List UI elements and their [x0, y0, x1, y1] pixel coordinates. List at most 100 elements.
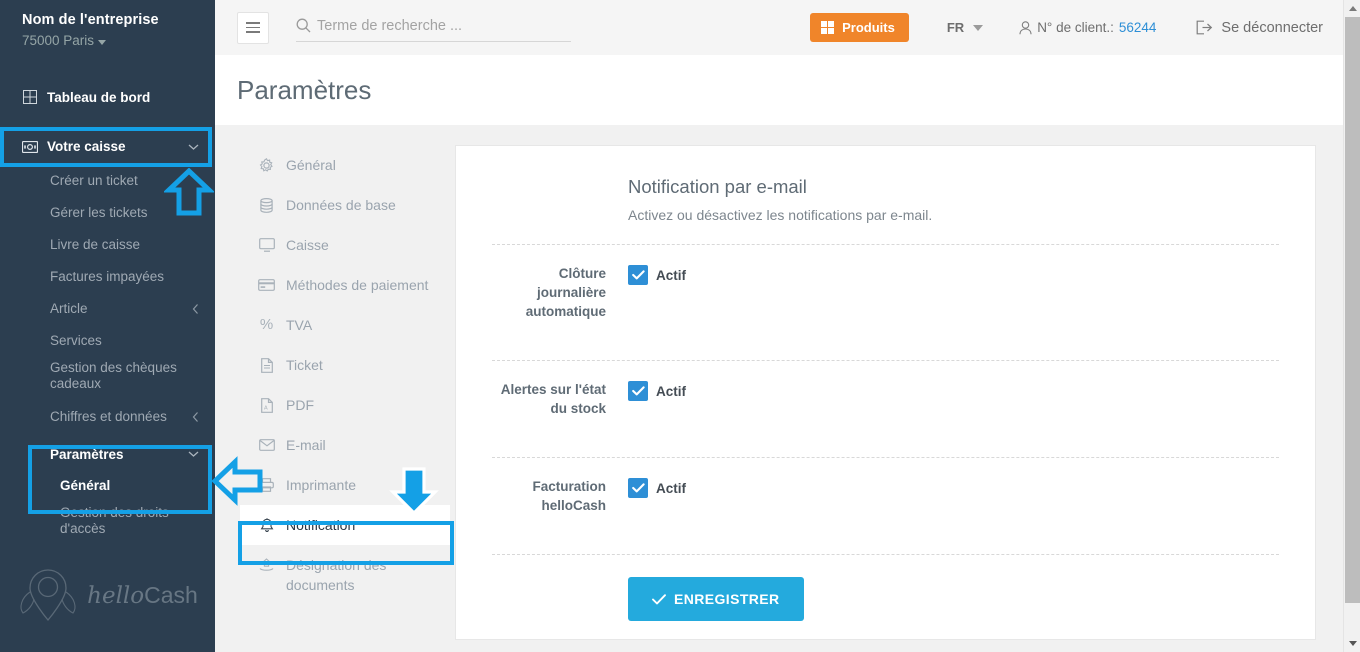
checkbox-stock-alerts[interactable]	[628, 381, 648, 401]
search-input[interactable]	[317, 17, 557, 34]
logout-button[interactable]: Se déconnecter	[1196, 20, 1323, 36]
app-root: Nom de l'entreprise 75000 Paris Tableau …	[0, 0, 1360, 652]
company-name: Nom de l'entreprise	[22, 12, 159, 28]
settings-nav-item-methodes-de-paiement[interactable]: Méthodes de paiement	[240, 265, 450, 305]
brand-block[interactable]: Nom de l'entreprise 75000 Paris	[0, 0, 215, 51]
sidebar-item-chiffres-et-donnees-label: Chiffres et données	[50, 409, 167, 424]
sidebar-item-votre-caisse-label: Votre caisse	[47, 139, 126, 154]
cash-register-icon	[22, 139, 38, 155]
logo-text: helloCash	[87, 582, 198, 609]
search-box[interactable]	[296, 14, 571, 42]
save-row: ENREGISTRER	[492, 555, 1279, 621]
page-title: Paramètres	[237, 74, 372, 105]
sidebar-item-general-label: Général	[60, 478, 111, 493]
sidebar-item-gestion-droits-acces-label: Gestion des droits d'accès	[60, 505, 169, 536]
settings-nav-item-designation-documents[interactable]: Désignation des documents	[240, 545, 450, 605]
hellocash-logo: helloCash	[0, 566, 215, 624]
dashboard-grid-icon	[22, 89, 38, 105]
setting-row-daily-closing: Clôture journalière automatique Actif	[492, 245, 1279, 339]
sidebar-item-creer-un-ticket-label: Créer un ticket	[50, 173, 138, 188]
sidebar-item-general[interactable]: Général	[0, 470, 215, 502]
setting-row-stock-alerts-control: Actif	[628, 380, 686, 401]
settings-nav-item-tva-label: TVA	[286, 317, 313, 333]
topbar-actions: Produits FR N° de client.: 56244 Se déco…	[810, 13, 1343, 42]
content-area: Général Données de base Caisse Méthodes …	[215, 125, 1343, 652]
sidebar-item-gestion-cheques-cadeaux[interactable]: Gestion des chèques cadeaux	[0, 357, 215, 395]
settings-nav-item-imprimante-label: Imprimante	[286, 477, 357, 493]
logo-word-cash: Cash	[144, 581, 198, 608]
sidebar-item-factures-impayees[interactable]: Factures impayées	[0, 261, 215, 293]
language-selector[interactable]: FR	[947, 20, 984, 35]
chevron-down-icon	[188, 143, 199, 150]
settings-nav-item-pdf[interactable]: A PDF	[240, 385, 450, 425]
products-button[interactable]: Produits	[810, 13, 909, 42]
card-subheading: Activez ou désactivez les notifications …	[628, 207, 933, 223]
hamburger-menu-icon[interactable]	[237, 11, 269, 44]
sidebar-item-factures-impayees-label: Factures impayées	[50, 269, 165, 284]
checkbox-daily-closing[interactable]	[628, 265, 648, 285]
settings-nav-item-ticket[interactable]: Ticket	[240, 345, 450, 385]
burger-line	[246, 31, 260, 33]
chevron-down-icon	[973, 24, 984, 31]
sidebar-item-services-label: Services	[50, 333, 102, 348]
scroll-up-arrow-icon[interactable]	[1344, 0, 1360, 17]
sidebar-item-votre-caisse[interactable]: Votre caisse	[0, 128, 215, 165]
sidebar-item-chiffres-et-donnees[interactable]: Chiffres et données	[0, 401, 215, 433]
chevron-down-icon	[188, 451, 199, 458]
svg-text:A: A	[264, 405, 268, 411]
save-button[interactable]: ENREGISTRER	[628, 577, 804, 621]
settings-nav-item-imprimante[interactable]: Imprimante	[240, 465, 450, 505]
logout-label: Se déconnecter	[1221, 19, 1323, 36]
sidebar-item-gestion-droits-acces[interactable]: Gestion des droits d'accès	[0, 502, 215, 540]
sidebar-item-livre-de-caisse[interactable]: Livre de caisse	[0, 229, 215, 261]
sidebar-item-dashboard[interactable]: Tableau de bord	[0, 79, 215, 115]
sidebar-item-livre-de-caisse-label: Livre de caisse	[50, 237, 141, 252]
client-number[interactable]: N° de client.: 56244	[1019, 20, 1156, 35]
burger-line	[246, 26, 260, 29]
percent-icon: %	[259, 316, 274, 333]
page-title-bar: Paramètres	[215, 55, 1343, 125]
settings-nav-item-general[interactable]: Général	[240, 145, 450, 185]
checkbox-hellocash-billing[interactable]	[628, 478, 648, 498]
search-icon	[296, 18, 311, 33]
sidebar-item-dashboard-label: Tableau de bord	[47, 89, 151, 105]
sidebar-item-services[interactable]: Services	[0, 325, 215, 357]
sidebar-item-creer-un-ticket[interactable]: Créer un ticket	[0, 165, 215, 197]
settings-nav-item-caisse-label: Caisse	[286, 237, 329, 253]
pdf-file-icon: A	[258, 395, 275, 415]
settings-nav-item-email[interactable]: E-mail	[240, 425, 450, 465]
sidebar-item-parametres-label: Paramètres	[50, 446, 124, 462]
client-number-label: N° de client.:	[1037, 20, 1114, 35]
sidebar-item-article[interactable]: Article	[0, 293, 215, 325]
settings-nav-item-tva[interactable]: % TVA	[240, 305, 450, 345]
settings-nav-item-notification-label: Notification	[286, 517, 356, 533]
file-icon	[258, 355, 275, 375]
checkbox-stock-alerts-label: Actif	[656, 383, 686, 399]
chevron-left-icon	[192, 412, 199, 423]
settings-nav-item-donnees-de-base[interactable]: Données de base	[240, 185, 450, 225]
user-icon	[1019, 20, 1032, 35]
gear-icon	[258, 155, 275, 175]
settings-nav-item-caisse[interactable]: Caisse	[240, 225, 450, 265]
sidebar-item-parametres[interactable]: Paramètres	[0, 438, 215, 470]
sidebar-nav: Tableau de bord Votre caisse Créer un ti…	[0, 79, 215, 540]
scrollbar-thumb[interactable]	[1345, 17, 1360, 603]
sidebar-item-gerer-les-tickets-label: Gérer les tickets	[50, 205, 148, 220]
chevron-left-icon	[192, 304, 199, 315]
client-number-value: 56244	[1118, 20, 1157, 35]
page-scrollbar[interactable]	[1343, 0, 1360, 652]
company-location-label: 75000 Paris	[22, 33, 95, 48]
products-button-label: Produits	[842, 20, 895, 35]
document-tag-icon	[258, 555, 275, 575]
scroll-down-arrow-icon[interactable]	[1344, 635, 1360, 652]
logout-icon	[1196, 20, 1213, 35]
setting-row-stock-alerts-label: Alertes sur l'état du stock	[500, 382, 606, 416]
company-location[interactable]: 75000 Paris	[22, 31, 215, 51]
save-button-label: ENREGISTRER	[674, 591, 780, 607]
notification-settings-card: Notification par e-mail Activez ou désac…	[455, 145, 1316, 640]
settings-nav-item-methodes-de-paiement-label: Méthodes de paiement	[286, 277, 429, 293]
sidebar-item-gerer-les-tickets[interactable]: Gérer les tickets	[0, 197, 215, 229]
card-inner: Notification par e-mail Activez ou désac…	[456, 146, 1315, 621]
settings-nav-item-notification[interactable]: Notification	[240, 505, 450, 545]
